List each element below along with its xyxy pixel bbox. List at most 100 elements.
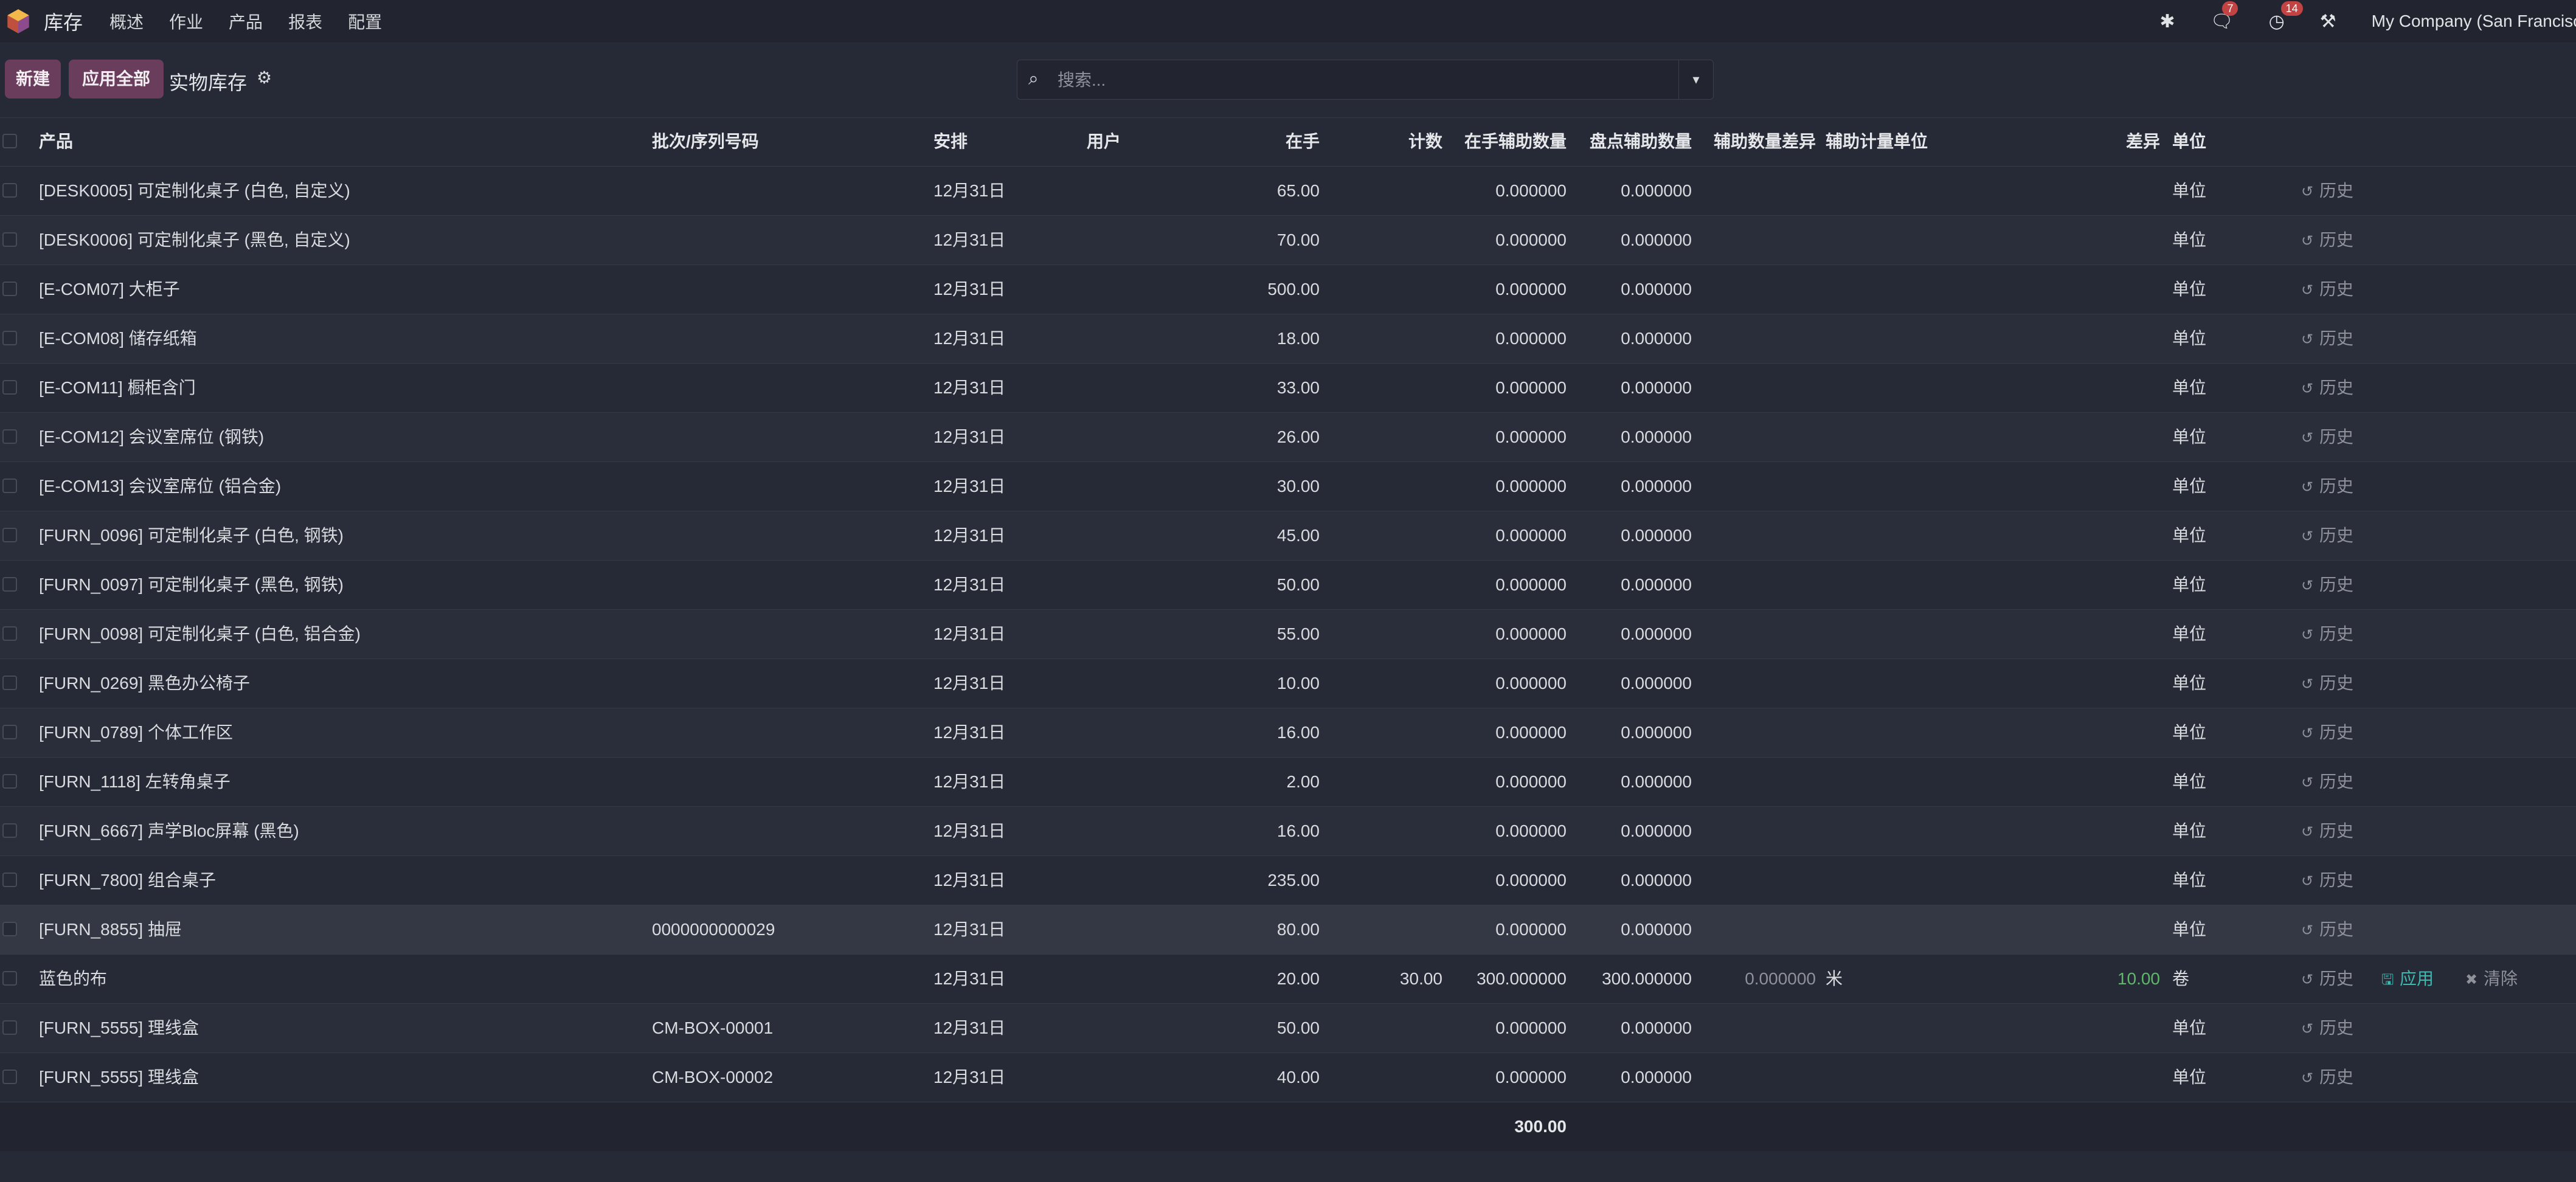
cell-count-aux: 0.000000 [1621,1068,1692,1087]
table-row[interactable]: [FURN_0789] 个体工作区 12月31日 16.00 0.000000 … [0,708,2576,758]
table-row[interactable]: 蓝色的布 12月31日 20.00 30.00 300.000000 300.0… [0,955,2576,1004]
table-row[interactable]: [E-COM07] 大柜子 12月31日 500.00 0.000000 0.0… [0,265,2576,314]
col-header-aux-diff[interactable]: 辅助数量差异 [1703,117,1816,166]
history-button[interactable]: ↺ 历史 [2301,610,2353,660]
menu-configuration[interactable]: 配置 [348,9,382,33]
history-button[interactable]: ↺ 历史 [2301,1004,2353,1054]
activities-badge: 14 [2280,1,2303,16]
history-button[interactable]: ↺ 历史 [2301,659,2353,709]
col-header-count-aux[interactable]: 盘点辅助数量 [1575,117,1692,166]
row-checkbox[interactable] [2,528,17,542]
history-button[interactable]: ↺ 历史 [2301,758,2353,807]
history-icon: ↺ [2301,1070,2314,1087]
col-header-count[interactable]: 计数 [1338,117,1442,166]
table-row[interactable]: [E-COM12] 会议室席位 (钢铁) 12月31日 26.00 0.0000… [0,413,2576,462]
history-button[interactable]: ↺ 历史 [2301,1053,2353,1103]
history-button[interactable]: ↺ 历史 [2301,364,2353,413]
clear-button[interactable]: ✖ 清除 [2465,955,2518,1004]
table-row[interactable]: [FURN_0097] 可定制化桌子 (黑色, 钢铁) 12月31日 50.00… [0,561,2576,610]
history-button[interactable]: ↺ 历史 [2301,955,2353,1004]
table-row[interactable]: [E-COM13] 会议室席位 (铝合金) 12月31日 30.00 0.000… [0,462,2576,511]
systray: ✱ 🗨 7 ◷ 14 ⚒ My Company (San Francisco) [2159,0,2576,43]
settings-tools-icon[interactable]: ⚒ [2320,11,2336,32]
cell-on-hand-aux: 0.000000 [1495,181,1567,200]
table-row[interactable]: [FURN_6667] 声学Bloc屏幕 (黑色) 12月31日 16.00 0… [0,807,2576,856]
inventory-app-icon[interactable] [5,8,32,35]
history-button[interactable]: ↺ 历史 [2301,511,2353,561]
history-button[interactable]: ↺ 历史 [2301,856,2353,906]
history-button[interactable]: ↺ 历史 [2301,905,2353,955]
company-switcher[interactable]: My Company (San Francisco) [2372,12,2576,31]
cell-count[interactable]: 30.00 [1338,955,1442,1003]
cell-aux-diff: 0.000000 [1745,969,1816,988]
row-checkbox[interactable] [2,331,17,345]
row-checkbox[interactable] [2,725,17,739]
table-row[interactable]: [FURN_8855] 抽屉 0000000000029 12月31日 80.0… [0,905,2576,955]
table-row[interactable]: [E-COM08] 储存纸箱 12月31日 18.00 0.000000 0.0… [0,314,2576,364]
new-button[interactable]: 新建 [5,60,61,98]
table-row[interactable]: [DESK0005] 可定制化桌子 (白色, 自定义) 12月31日 65.00… [0,167,2576,216]
history-button[interactable]: ↺ 历史 [2301,561,2353,610]
row-checkbox[interactable] [2,873,17,887]
cell-on-hand-aux: 0.000000 [1495,280,1567,299]
col-header-product[interactable]: 产品 [39,117,73,166]
debug-bug-icon[interactable]: ✱ [2159,11,2175,32]
apply-all-button[interactable]: 应用全部 [69,60,164,98]
cell-scheduled: 12月31日 [933,280,1006,299]
gear-icon[interactable]: ⚙ [257,67,272,88]
row-checkbox[interactable] [2,479,17,493]
row-checkbox[interactable] [2,823,17,838]
row-checkbox[interactable] [2,774,17,789]
search-input[interactable] [1056,67,1667,93]
col-header-aux-uom[interactable]: 辅助计量单位 [1826,117,1928,166]
row-checkbox[interactable] [2,626,17,641]
chat-icon[interactable]: 🗨 7 [2210,1,2238,32]
history-button[interactable]: ↺ 历史 [2301,167,2353,216]
history-button[interactable]: ↺ 历史 [2301,216,2353,266]
search-options-toggle[interactable]: ▾ [1678,60,1713,99]
row-checkbox[interactable] [2,1020,17,1035]
history-button[interactable]: ↺ 历史 [2301,807,2353,857]
row-checkbox[interactable] [2,232,17,247]
menu-reporting[interactable]: 报表 [288,9,322,33]
menu-operations[interactable]: 作业 [169,9,203,33]
select-all-checkbox[interactable] [2,134,17,148]
col-header-user[interactable]: 用户 [1087,117,1121,166]
col-header-difference[interactable]: 差异 [2068,117,2160,166]
table-row[interactable]: [FURN_0098] 可定制化桌子 (白色, 铝合金) 12月31日 55.0… [0,610,2576,659]
row-checkbox[interactable] [2,282,17,296]
row-checkbox[interactable] [2,922,17,936]
row-checkbox[interactable] [2,676,17,690]
table-row[interactable]: [FURN_7800] 组合桌子 12月31日 235.00 0.000000 … [0,856,2576,905]
col-header-lot[interactable]: 批次/序列号码 [652,117,759,166]
history-button[interactable]: ↺ 历史 [2301,708,2353,758]
history-button[interactable]: ↺ 历史 [2301,314,2353,364]
table-row[interactable]: [FURN_1118] 左转角桌子 12月31日 2.00 0.000000 0… [0,758,2576,807]
row-checkbox[interactable] [2,971,17,986]
table-row[interactable]: [FURN_5555] 理线盒 CM-BOX-00001 12月31日 50.0… [0,1004,2576,1053]
activity-clock-icon[interactable]: ◷ 14 [2269,1,2303,32]
history-label: 历史 [2319,871,2354,890]
row-checkbox[interactable] [2,429,17,444]
row-checkbox[interactable] [2,577,17,592]
col-header-scheduled[interactable]: 安排 [933,117,968,166]
col-header-uom[interactable]: 单位 [2172,117,2206,166]
col-header-on-hand[interactable]: 在手 [1174,117,1320,166]
history-button[interactable]: ↺ 历史 [2301,265,2353,315]
history-label: 历史 [2319,280,2354,299]
table-row[interactable]: [DESK0006] 可定制化桌子 (黑色, 自定义) 12月31日 70.00… [0,216,2576,265]
table-row[interactable]: [FURN_0269] 黑色办公椅子 12月31日 10.00 0.000000… [0,659,2576,708]
app-name[interactable]: 库存 [44,7,83,35]
menu-overview[interactable]: 概述 [109,9,144,33]
row-checkbox[interactable] [2,183,17,198]
history-button[interactable]: ↺ 历史 [2301,462,2353,512]
apply-button[interactable]: 🖫 应用 [2381,955,2434,1004]
col-header-on-hand-aux[interactable]: 在手辅助数量 [1447,117,1567,166]
row-checkbox[interactable] [2,1070,17,1084]
row-checkbox[interactable] [2,380,17,395]
table-row[interactable]: [FURN_5555] 理线盒 CM-BOX-00002 12月31日 40.0… [0,1053,2576,1102]
table-row[interactable]: [E-COM11] 橱柜含门 12月31日 33.00 0.000000 0.0… [0,364,2576,413]
table-row[interactable]: [FURN_0096] 可定制化桌子 (白色, 钢铁) 12月31日 45.00… [0,511,2576,561]
menu-products[interactable]: 产品 [229,9,263,33]
history-button[interactable]: ↺ 历史 [2301,413,2353,463]
